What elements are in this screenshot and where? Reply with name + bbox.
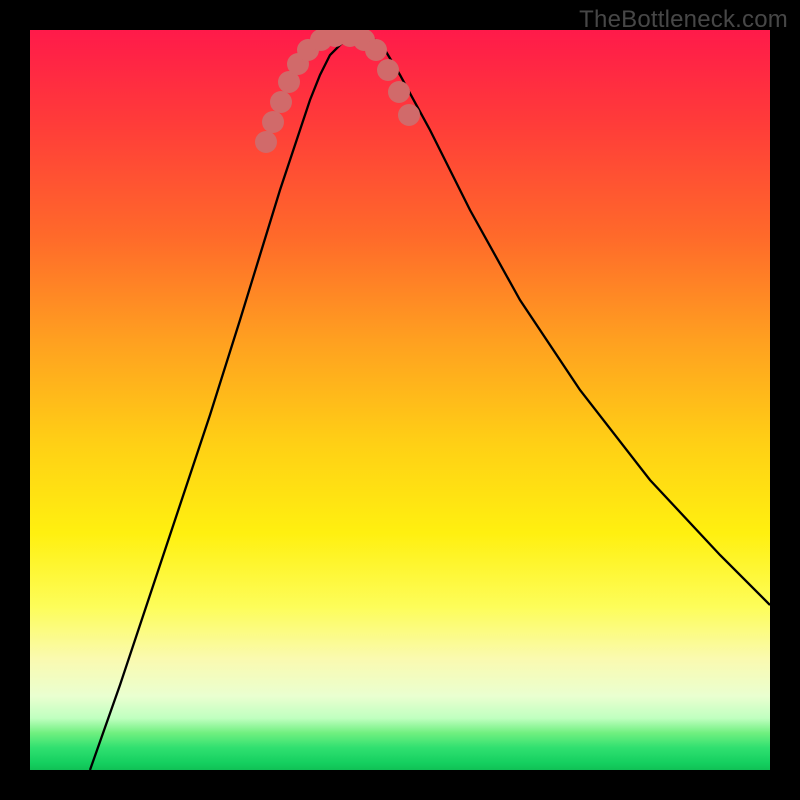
curve-line [90,35,770,770]
highlight-dot [365,39,387,61]
highlight-dot [398,104,420,126]
highlight-dot [270,91,292,113]
highlight-dot [388,81,410,103]
chart-svg [30,30,770,770]
highlight-dot [377,59,399,81]
watermark-text: TheBottleneck.com [579,6,788,34]
highlight-dot [262,111,284,133]
highlight-dot [255,131,277,153]
chart-area [30,30,770,770]
